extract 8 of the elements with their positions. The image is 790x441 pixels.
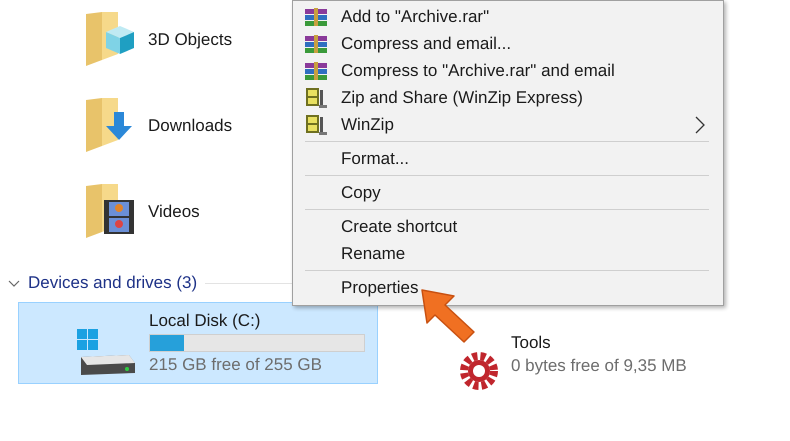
folder-name: Videos — [148, 202, 200, 222]
free-space-text: 0 bytes free of 9,35 MB — [511, 356, 687, 376]
drive-name: Local Disk (C:) — [149, 311, 262, 331]
free-space-text: 215 GB free of 255 GB — [149, 355, 323, 375]
folder-name: 3D Objects — [148, 30, 232, 50]
folder-name: Downloads — [148, 116, 232, 136]
group-title: Devices and drives (3) — [28, 273, 198, 293]
drive-name: Tools — [511, 333, 552, 353]
